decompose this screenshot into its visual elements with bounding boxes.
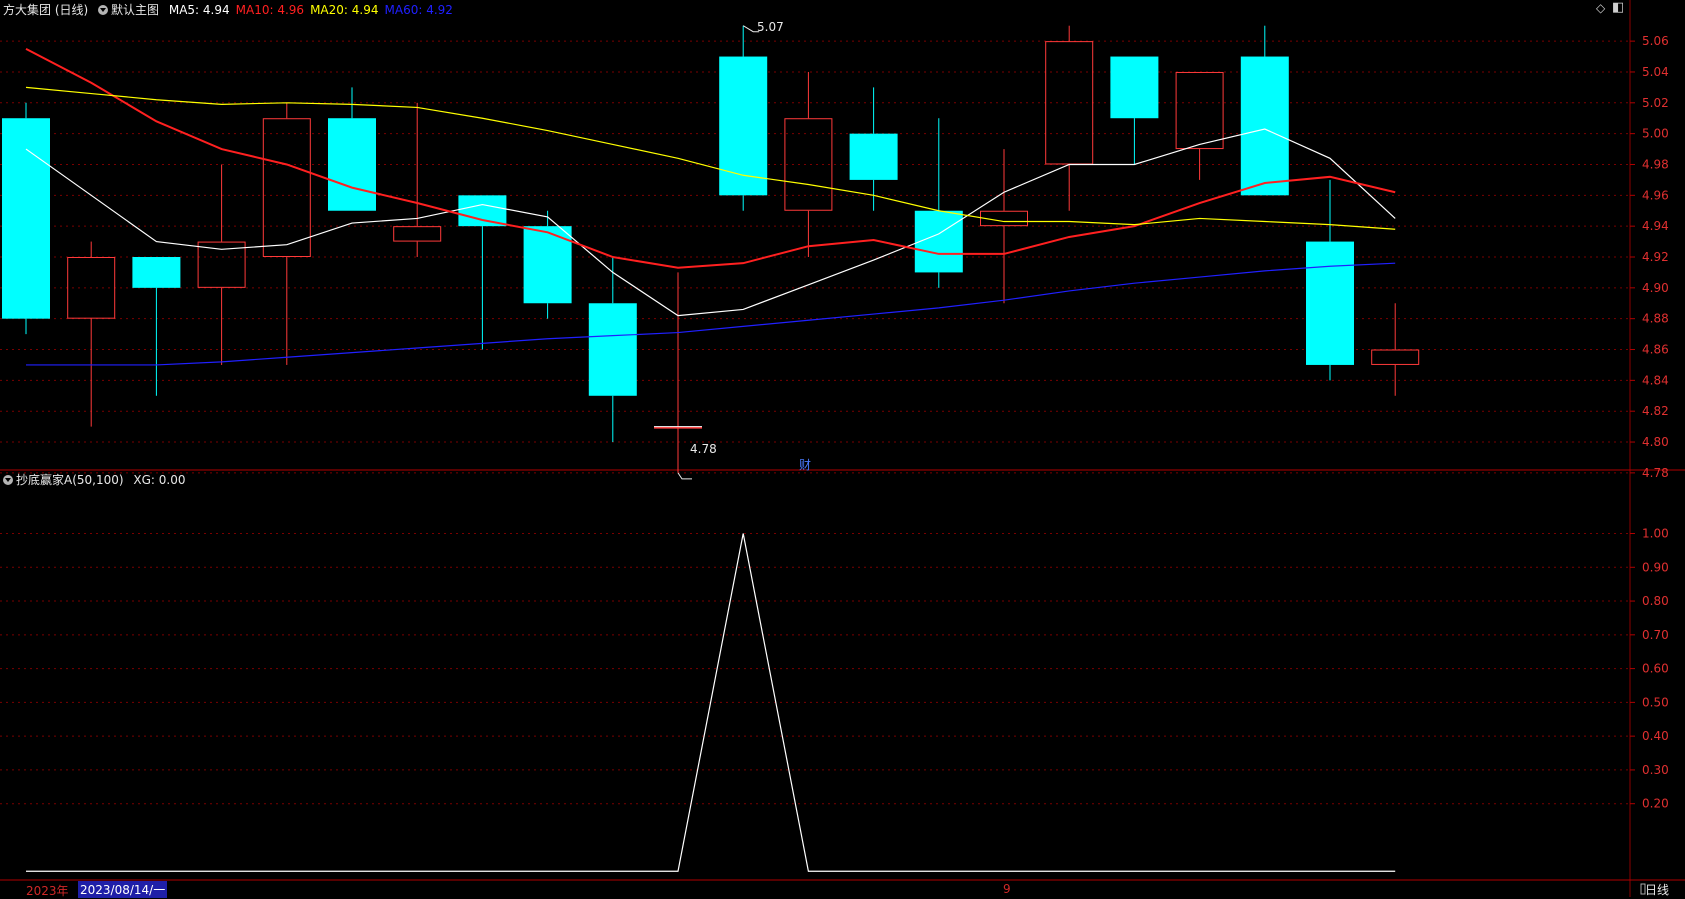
candle-body-down (719, 56, 768, 196)
chart-header: 方大集团 (日线) 默认主图 MA5: 4.94 MA10: 4.96 MA20: … (3, 1, 459, 18)
month-marker: 9 (1003, 882, 1011, 896)
indicator-tick-label: 0.70 (1642, 628, 1669, 642)
period-label[interactable]: 日线 (1645, 881, 1669, 898)
stock-chart[interactable]: 4.78 4.80 4.82 4.84 4.86 4.88 4.90 4.92 4.94 4.96… (0, 0, 1685, 897)
xg-label: XG: (133, 473, 155, 487)
candle-body-down (1110, 56, 1159, 119)
candle-body-down (1306, 241, 1354, 365)
price-tick-label: 4.90 (1642, 281, 1669, 295)
candle-body-down (2, 118, 50, 319)
price-tick-label: 4.78 (1642, 466, 1669, 480)
price-tick-label: 4.92 (1642, 250, 1669, 264)
candle-body-up (1175, 71, 1224, 150)
main-chart-label[interactable]: 默认主图 (111, 3, 159, 17)
indicator-tick-label: 0.90 (1642, 560, 1669, 574)
indicator-tick-label: 0.60 (1642, 662, 1669, 676)
indicator-tick-label: 1.00 (1642, 527, 1669, 541)
candle-body-up (784, 118, 833, 211)
panel-toggle-icon[interactable]: ◧ (1612, 0, 1624, 15)
candle-body-down (1240, 56, 1289, 196)
high-price-label: 5.07 (757, 20, 784, 34)
price-tick-label: 4.86 (1642, 343, 1669, 357)
price-tick-label: 4.84 (1642, 373, 1669, 387)
legend-ma10: MA10: 4.96 (235, 3, 305, 17)
low-price-label: 4.78 (690, 442, 717, 456)
ma-line-ma10 (25, 47, 1396, 269)
price-tick-label: 5.00 (1642, 127, 1669, 141)
price-tick-label: 4.94 (1642, 219, 1669, 233)
candle-body-up (262, 118, 311, 258)
candle-body-up (654, 426, 702, 429)
candle-body-down (458, 195, 507, 227)
price-tick-label: 4.98 (1642, 157, 1669, 171)
candle-body-down (328, 118, 376, 211)
sub-indicator-toggle-icon[interactable] (3, 475, 13, 485)
stock-title: 方大集团 (日线) (3, 3, 89, 17)
candle-body-down (914, 210, 963, 273)
price-tick-label: 4.82 (1642, 404, 1669, 418)
candle-body-down (588, 303, 637, 396)
indicator-tick-label: 0.80 (1642, 594, 1669, 608)
diamond-icon[interactable]: ◇ (1596, 1, 1605, 15)
price-tick-label: 5.04 (1642, 65, 1669, 79)
indicator-tick-label: 0.40 (1642, 729, 1669, 743)
legend-ma60: MA60: 4.92 (384, 3, 453, 17)
indicator-tick-label: 0.50 (1642, 695, 1669, 709)
legend-ma20: MA20: 4.94 (310, 3, 379, 17)
price-tick-label: 5.06 (1642, 34, 1669, 48)
main-chart-toggle-icon[interactable] (98, 5, 109, 15)
sub-indicator-header: 抄底赢家A(50,100) XG: 0.00 (3, 471, 186, 488)
indicator-tick-label: 0.30 (1642, 763, 1669, 777)
finance-marker[interactable]: 财 (799, 456, 811, 473)
year-label: 2023年 (26, 884, 69, 898)
candle-body-down (849, 133, 898, 180)
sub-indicator-name[interactable]: 抄底赢家A(50,100) (16, 473, 124, 487)
candle-body-up (1371, 349, 1420, 365)
price-tick-label: 5.02 (1642, 96, 1669, 110)
price-tick-label: 4.88 (1642, 312, 1669, 326)
low-pointer (677, 472, 692, 480)
ma-line-ma20 (25, 86, 1396, 230)
ma-legend: MA5: 4.94 MA10: 4.96 MA20: 4.94 MA60: 4.92 (169, 3, 459, 17)
candle-body-up (393, 226, 442, 242)
xg-value: 0.00 (158, 473, 186, 487)
price-tick-label: 4.80 (1642, 435, 1669, 449)
price-tick-label: 4.96 (1642, 188, 1669, 202)
selected-date: 2023/08/14/一 (78, 881, 168, 898)
indicator-tick-label: 0.20 (1642, 797, 1669, 811)
candle-body-down (132, 257, 181, 288)
legend-ma5: MA5: 4.94 (168, 3, 230, 17)
